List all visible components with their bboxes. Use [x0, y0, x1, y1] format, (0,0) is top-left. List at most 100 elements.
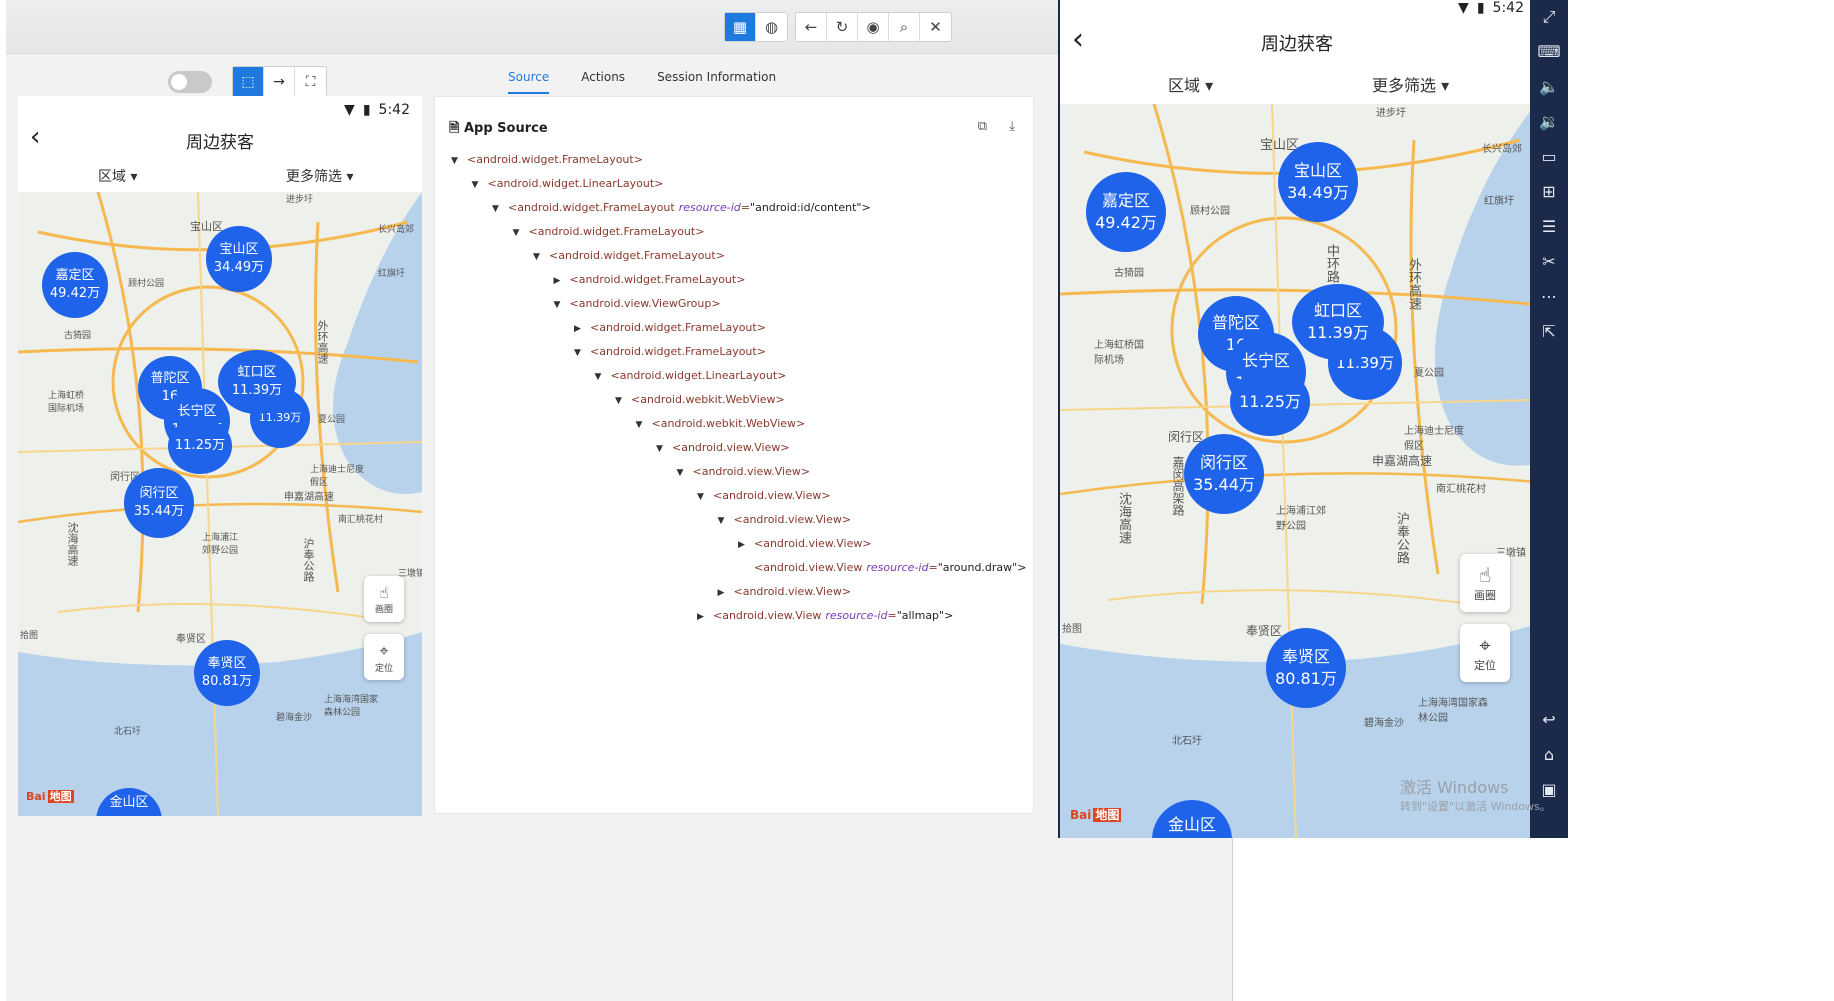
install-apk-icon[interactable]: ⊞	[1542, 181, 1555, 203]
district-bubble[interactable]: 奉贤区 80.81万	[1266, 628, 1346, 708]
locate-button[interactable]: ⌖ 定位	[1460, 624, 1510, 682]
filter-more[interactable]: 更多筛选 ▾	[1372, 72, 1449, 96]
crosshair-icon: ⌖	[379, 640, 389, 660]
district-bubble[interactable]: 嘉定区 49.42万	[1086, 172, 1166, 252]
locate-button[interactable]: ⌖ 定位	[364, 634, 404, 680]
caret-right-icon[interactable]: ▶	[738, 540, 754, 550]
scissors-icon[interactable]: ✂	[1542, 251, 1555, 273]
volume-up-icon[interactable]: 🔈	[1539, 76, 1559, 98]
district-bubble[interactable]: 宝山区 34.49万	[206, 226, 272, 292]
share-icon[interactable]: ⇱	[1542, 321, 1555, 343]
district-bubble[interactable]: 奉贤区 80.81万	[194, 640, 260, 706]
caret-down-icon[interactable]: ▼	[451, 156, 467, 166]
baidu-logo-suffix: 地图	[47, 790, 74, 803]
home-icon[interactable]: ⌂	[1544, 744, 1554, 766]
caret-right-icon[interactable]: ▶	[697, 612, 713, 622]
map-label: 古猗园	[64, 331, 92, 341]
tree-node[interactable]: ▼ <android.widget.LinearLayout>	[595, 369, 787, 382]
draw-circle-button[interactable]: ☝ 画圈	[364, 576, 404, 622]
tree-node[interactable]: ▼ <android.widget.FrameLayout>	[533, 249, 725, 262]
caret-down-icon[interactable]: ▼	[533, 252, 549, 262]
tree-node[interactable]: ▼ <android.widget.FrameLayout resource-id=…	[492, 201, 871, 214]
caret-right-icon[interactable]: ▶	[554, 276, 570, 286]
tree-node[interactable]: ▼ <android.webkit.WebView>	[636, 417, 806, 430]
tree-node[interactable]: ▶ <android.widget.FrameLayout>	[554, 273, 746, 286]
arrow-left-icon[interactable]: ←	[796, 13, 827, 41]
caret-down-icon[interactable]: ▼	[697, 492, 713, 502]
caret-down-icon[interactable]: ▼	[615, 396, 631, 406]
district-bubble[interactable]: 闵行区 35.44万	[124, 468, 194, 538]
grid-icon[interactable]: ▦	[725, 13, 756, 41]
map-label: 红旗圩	[1484, 196, 1514, 207]
tree-node[interactable]: ▼ <android.view.ViewGroup>	[554, 297, 721, 310]
draw-circle-button[interactable]: ☝ 画圈	[1460, 554, 1510, 612]
screen-icon[interactable]: ▭	[1541, 146, 1556, 168]
tree-node[interactable]: ▼ <android.widget.FrameLayout>	[513, 225, 705, 238]
tab-actions[interactable]: Actions	[581, 70, 625, 94]
tree-node[interactable]: ▶ <android.widget.FrameLayout>	[574, 321, 766, 334]
download-icon[interactable]: ⤓	[1009, 119, 1015, 134]
tree-node-tag: <android.widget.FrameLayout>	[590, 345, 766, 358]
caret-down-icon[interactable]: ▼	[595, 372, 611, 382]
filter-region-label: 区域	[98, 169, 126, 185]
back-nav-icon[interactable]: ↩	[1542, 709, 1555, 731]
caret-down-icon[interactable]: ▼	[492, 204, 508, 214]
district-bubble[interactable]: 11.25万	[1230, 368, 1310, 436]
tap-icon[interactable]: ⛶	[295, 67, 326, 97]
tab-source[interactable]: Source	[508, 70, 550, 94]
tree-node[interactable]: ▶ <android.view.View>	[738, 537, 872, 550]
fullscreen-icon[interactable]: ⤢	[1543, 6, 1556, 28]
volume-down-icon[interactable]: 🔉	[1539, 111, 1559, 133]
tree-node[interactable]: ▼ <android.webkit.WebView>	[615, 393, 785, 406]
district-value: 35.44万	[133, 504, 185, 519]
filter-more[interactable]: 更多筛选 ▾	[286, 166, 353, 186]
caret-down-icon[interactable]: ▼	[472, 180, 488, 190]
tree-node[interactable]: ▼ <android.widget.FrameLayout>	[574, 345, 766, 358]
close-icon[interactable]: ✕	[920, 13, 951, 41]
map-view[interactable]: 进步圩 宝山区 长兴岛郊 顾村公园 红旗圩 古猗园 外环高速 上海虹桥国际机场 …	[18, 192, 422, 816]
caret-down-icon[interactable]: ▼	[513, 228, 529, 238]
filter-region[interactable]: 区域 ▾	[98, 166, 137, 186]
keyboard-icon[interactable]: ⌨	[1537, 41, 1560, 63]
map-view[interactable]: 进步圩 宝山区 长兴岛郊 顾村公园 红旗圩 古猗园 中环路 外环高速 上海虹桥国…	[1060, 104, 1534, 838]
district-bubble[interactable]: 闵行区 35.44万	[1184, 434, 1264, 514]
copy-icon[interactable]: ⧉	[978, 119, 987, 134]
locate-label: 定位	[1474, 659, 1496, 672]
caret-down-icon[interactable]: ▼	[656, 444, 672, 454]
district-bubble[interactable]: 11.25万	[168, 418, 232, 474]
map-label: 沈海高速	[1116, 492, 1131, 544]
caret-down-icon[interactable]: ▼	[636, 420, 652, 430]
district-value: 11.25万	[174, 438, 226, 454]
refresh-icon[interactable]: ↻	[827, 13, 858, 41]
device-screenshot[interactable]: ▼ ▮ 5:42 ‹ 周边获客 区域 ▾ 更多筛选 ▾ 进步圩 宝山区 长兴岛郊…	[18, 96, 422, 816]
tree-node[interactable]: ▼ <android.view.View>	[718, 513, 852, 526]
tab-session-information[interactable]: Session Information	[657, 70, 776, 94]
caret-down-icon[interactable]: ▼	[677, 468, 693, 478]
district-bubble[interactable]: 宝山区 34.49万	[1278, 142, 1358, 222]
tree-node[interactable]: ▼ <android.view.View>	[677, 465, 811, 478]
tree-node[interactable]: ▶ <android.view.View>	[718, 585, 852, 598]
globe-icon[interactable]: ◍	[756, 13, 787, 41]
tree-node[interactable]: <android.view.View resource-id="around.dr…	[738, 561, 1026, 574]
tree-node[interactable]: ▼ <android.view.View>	[697, 489, 831, 502]
eye-icon[interactable]: ◉	[858, 13, 889, 41]
caret-right-icon[interactable]: ▶	[574, 324, 590, 334]
layers-icon[interactable]: ☰	[1542, 216, 1556, 238]
tree-node[interactable]: ▼ <android.widget.FrameLayout>	[451, 153, 643, 166]
swipe-icon[interactable]: →	[264, 67, 295, 97]
district-bubble[interactable]: 虹口区 11.39万	[1292, 284, 1384, 360]
filter-region[interactable]: 区域 ▾	[1168, 72, 1213, 96]
search-icon[interactable]: ⌕	[889, 13, 920, 41]
caret-down-icon[interactable]: ▼	[718, 516, 734, 526]
tree-node[interactable]: ▼ <android.view.View>	[656, 441, 790, 454]
caret-down-icon[interactable]: ▼	[554, 300, 570, 310]
native-web-toggle[interactable]	[168, 71, 212, 93]
map-label: 拾图	[1062, 624, 1082, 635]
more-icon[interactable]: ⋯	[1541, 286, 1557, 308]
caret-right-icon[interactable]: ▶	[718, 588, 734, 598]
district-bubble[interactable]: 嘉定区 49.42万	[42, 252, 108, 318]
select-element-icon[interactable]: ⬚	[233, 67, 264, 97]
tree-node[interactable]: ▶ <android.view.View resource-id="allmap">	[697, 609, 953, 622]
tree-node[interactable]: ▼ <android.widget.LinearLayout>	[472, 177, 664, 190]
caret-down-icon[interactable]: ▼	[574, 348, 590, 358]
